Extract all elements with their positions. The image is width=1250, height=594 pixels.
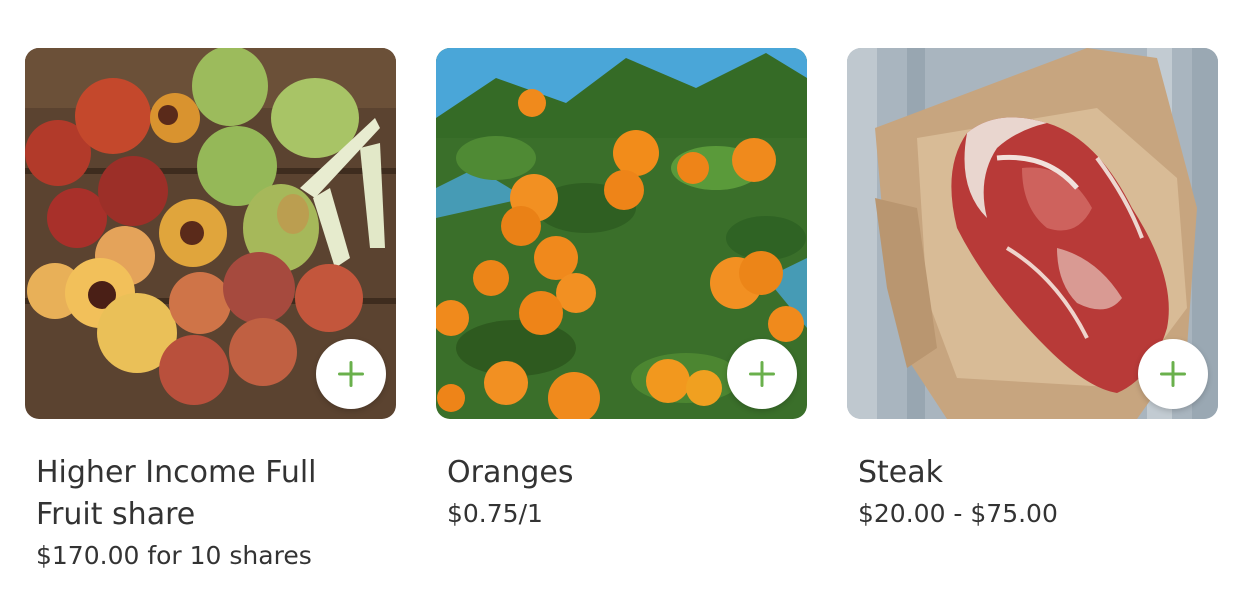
add-to-cart-button-fruit-share[interactable]	[316, 339, 386, 409]
product-price: $170.00 for 10 shares	[36, 541, 312, 570]
plus-icon	[1160, 361, 1186, 387]
product-title[interactable]: Steak	[858, 452, 1198, 494]
product-image-oranges[interactable]	[436, 48, 807, 419]
product-title[interactable]: Oranges	[447, 452, 787, 494]
product-title[interactable]: Higher Income Full Fruit share	[36, 452, 376, 536]
product-price: $20.00 - $75.00	[858, 499, 1058, 528]
product-image-steak[interactable]	[847, 48, 1218, 419]
product-grid: Higher Income Full Fruit share $170.00 f…	[25, 48, 1218, 576]
add-to-cart-button-oranges[interactable]	[727, 339, 797, 409]
product-card-oranges[interactable]: Oranges $0.75/1	[436, 48, 807, 576]
product-card-fruit-share[interactable]: Higher Income Full Fruit share $170.00 f…	[25, 48, 396, 576]
product-price: $0.75/1	[447, 499, 543, 528]
product-card-steak[interactable]: Steak $20.00 - $75.00	[847, 48, 1218, 576]
plus-icon	[338, 361, 364, 387]
add-to-cart-button-steak[interactable]	[1138, 339, 1208, 409]
plus-icon	[749, 361, 775, 387]
product-image-fruit-share[interactable]	[25, 48, 396, 419]
